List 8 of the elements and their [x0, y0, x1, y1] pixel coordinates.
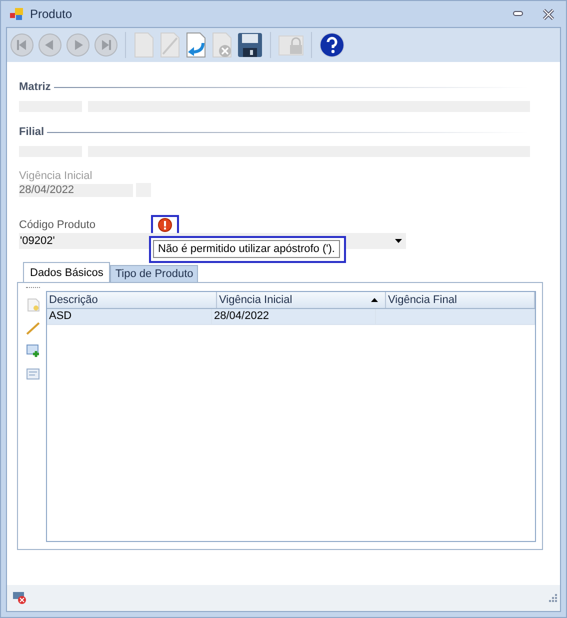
section-title: Matriz — [19, 81, 51, 93]
tooltip: Não é permitido utilizar apóstrofo ('). — [153, 240, 340, 258]
section-title: Filial — [19, 126, 44, 138]
field-label: Código Produto — [19, 219, 96, 231]
field-label: Vigência Inicial — [19, 170, 94, 182]
window-title: Produto — [30, 7, 72, 21]
table-cell: ASD — [47, 309, 212, 324]
table-cell: 28/04/2022 — [212, 309, 376, 324]
